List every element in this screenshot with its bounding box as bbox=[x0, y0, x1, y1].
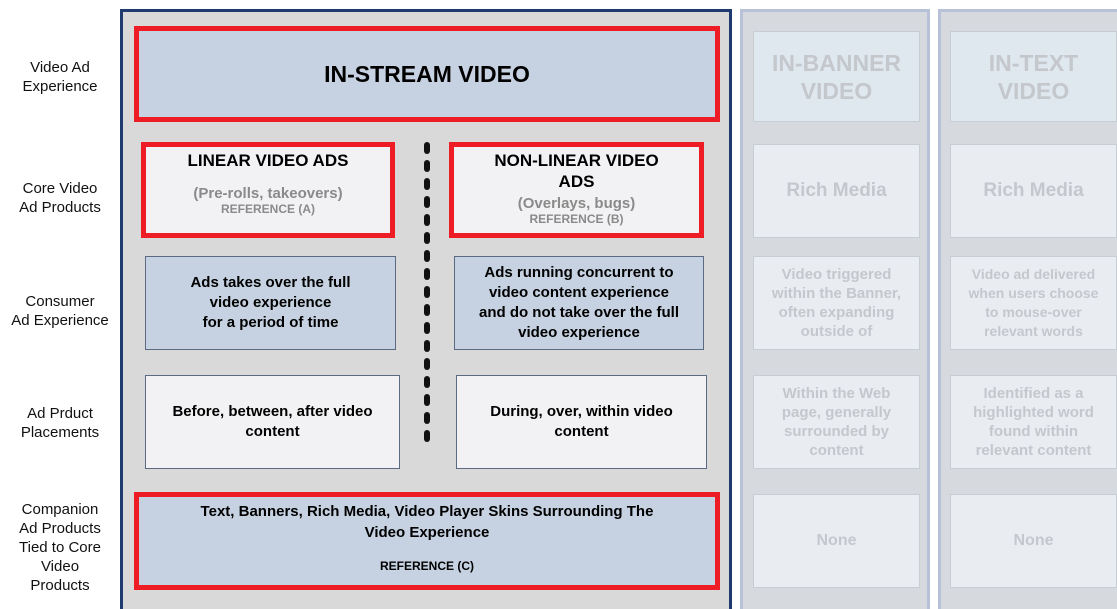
nonlinear-experience-box: Ads running concurrent to video content e… bbox=[454, 256, 704, 350]
companion-box: Text, Banners, Rich Media, Video Player … bbox=[134, 492, 720, 590]
instream-title: IN-STREAM VIDEO bbox=[324, 60, 530, 87]
linear-title: LINEAR VIDEO ADS bbox=[187, 151, 349, 170]
nonlinear-title-1: NON-LINEAR VIDEO bbox=[494, 151, 659, 170]
inbanner-product: Rich Media bbox=[753, 144, 920, 238]
companion-reference: REFERENCE (C) bbox=[379, 559, 474, 573]
intext-header: IN-TEXT VIDEO bbox=[950, 31, 1117, 122]
intext-experience: Video ad delivered when users choose to mo… bbox=[950, 256, 1117, 350]
nonlinear-title-2: ADS bbox=[558, 172, 595, 191]
inbanner-experience: Video triggered within the Banner, often e… bbox=[753, 256, 920, 350]
nonlinear-reference: REFERENCE (B) bbox=[529, 212, 624, 226]
row-label-consumer-experience: Consumer Ad Experience bbox=[11, 293, 109, 329]
nonlinear-placement-box: During, over, within video content bbox=[456, 375, 707, 469]
inbanner-header: IN-BANNER VIDEO bbox=[753, 31, 920, 122]
row-label-placements: Ad Prduct Placements bbox=[20, 405, 100, 441]
instream-header: IN-STREAM VIDEO bbox=[134, 26, 720, 122]
inbanner-placement: Within the Web page, generally surrounded … bbox=[753, 375, 920, 469]
linear-video-ads-box: LINEAR VIDEO ADS (Pre-rolls, takeovers) … bbox=[141, 142, 395, 238]
intext-product: Rich Media bbox=[950, 144, 1117, 238]
row-label-video-ad-experience: Video Ad Experience bbox=[22, 59, 98, 95]
linear-placement-box: Before, between, after video content bbox=[145, 375, 400, 469]
inbanner-companion: None bbox=[753, 494, 920, 588]
linear-subtitle: (Pre-rolls, takeovers) bbox=[193, 185, 343, 202]
nonlinear-subtitle: (Overlays, bugs) bbox=[517, 195, 636, 212]
linear-experience-box: Ads takes over the full video experience f… bbox=[145, 256, 396, 350]
row-label-core-products: Core Video Ad Products bbox=[19, 180, 101, 216]
linear-reference: REFERENCE (A) bbox=[220, 202, 315, 216]
intext-companion: None bbox=[950, 494, 1117, 588]
dotted-divider bbox=[423, 142, 431, 460]
nonlinear-video-ads-box: NON-LINEAR VIDEO ADS (Overlays, bugs) RE… bbox=[449, 142, 704, 238]
row-label-companion: Companion Ad Products Tied to Core Video Pro… bbox=[19, 501, 101, 594]
intext-placement: Identified as a highlighted word found wit… bbox=[950, 375, 1117, 469]
